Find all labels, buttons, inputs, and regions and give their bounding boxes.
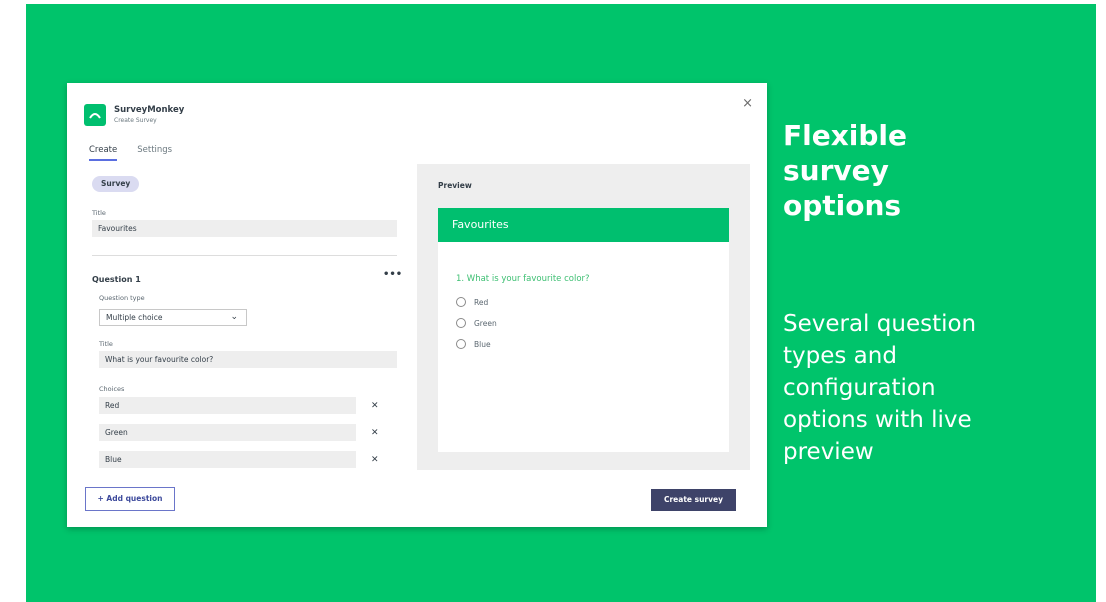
preview-option-blue[interactable]: Blue (456, 339, 491, 349)
surveymonkey-logo-icon (84, 104, 106, 126)
create-survey-dialog: × SurveyMonkey Create Survey Create Sett… (67, 83, 767, 527)
preview-option-label: Green (474, 318, 497, 328)
background-stage: × SurveyMonkey Create Survey Create Sett… (26, 4, 1096, 602)
question-type-label: Question type (99, 294, 145, 302)
preview-panel: Preview Favourites 1. What is your favou… (417, 164, 750, 470)
add-question-button[interactable]: + Add question (85, 487, 175, 511)
preview-option-green[interactable]: Green (456, 318, 497, 328)
marketing-headline: Flexible survey options (783, 118, 1043, 223)
radio-icon (456, 297, 466, 307)
section-divider (92, 255, 397, 256)
preview-option-red[interactable]: Red (456, 297, 488, 307)
description-line: Several question (783, 311, 977, 337)
preview-option-label: Red (474, 297, 489, 307)
tab-bar: Create Settings (89, 145, 192, 161)
headline-line: survey (783, 154, 889, 187)
survey-title-label: Title (92, 209, 106, 217)
preview-option-label: Blue (474, 339, 491, 349)
radio-icon (456, 318, 466, 328)
choice-field-green[interactable]: Green (99, 424, 356, 441)
description-line: types and (783, 343, 897, 369)
tab-settings[interactable]: Settings (137, 145, 172, 161)
chevron-down-icon: ⌄ (230, 312, 238, 322)
description-line: preview (783, 439, 874, 465)
brand-name: SurveyMonkey (114, 105, 185, 115)
more-icon[interactable]: ••• (383, 269, 402, 280)
close-icon[interactable]: × (742, 97, 753, 110)
question-type-value: Multiple choice (106, 313, 163, 322)
remove-choice-icon[interactable]: ✕ (371, 429, 379, 438)
preview-label: Preview (438, 181, 472, 190)
preview-card: Favourites 1. What is your favourite col… (438, 208, 729, 452)
brand-subtitle: Create Survey (114, 117, 157, 124)
headline-line: options (783, 189, 902, 222)
tab-create[interactable]: Create (89, 145, 118, 161)
survey-title-field[interactable]: Favourites (92, 220, 397, 237)
question-type-select[interactable]: Multiple choice ⌄ (99, 309, 247, 326)
question-heading: Question 1 (92, 275, 141, 284)
choices-label: Choices (99, 385, 125, 393)
brand-header: SurveyMonkey Create Survey (84, 104, 184, 126)
choice-field-red[interactable]: Red (99, 397, 356, 414)
headline-line: Flexible (783, 119, 908, 152)
radio-icon (456, 339, 466, 349)
marketing-description: Several question types and configuration… (783, 308, 1043, 468)
preview-question: 1. What is your favourite color? (456, 274, 590, 284)
remove-choice-icon[interactable]: ✕ (371, 402, 379, 411)
leaf-decoration (1091, 104, 1096, 154)
description-line: options with live (783, 407, 972, 433)
create-survey-button[interactable]: Create survey (651, 489, 736, 511)
question-title-field[interactable]: What is your favourite color? (99, 351, 397, 368)
survey-chip[interactable]: Survey (92, 176, 140, 192)
description-line: configuration (783, 375, 936, 401)
preview-survey-title: Favourites (438, 208, 729, 242)
choice-field-blue[interactable]: Blue (99, 451, 356, 468)
remove-choice-icon[interactable]: ✕ (371, 456, 379, 465)
question-title-label: Title (99, 340, 113, 348)
